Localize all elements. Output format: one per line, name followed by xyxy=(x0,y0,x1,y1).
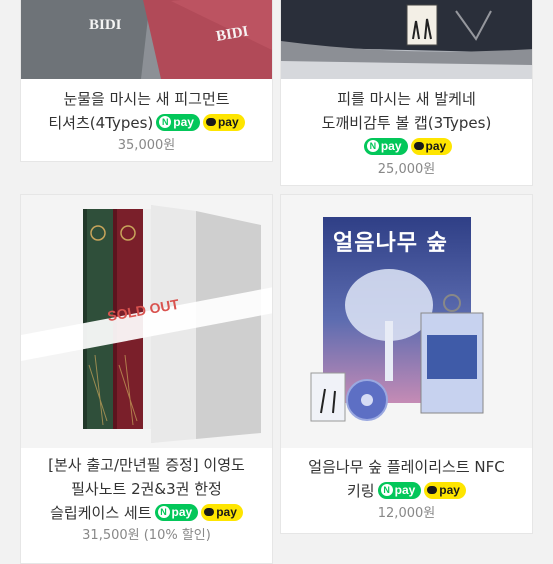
tshirt-print-left: BIDI xyxy=(89,17,122,33)
tshirt-illustration: BIDI BIDI xyxy=(21,0,272,79)
kakaopay-bubble-icon xyxy=(427,486,438,494)
kakaopay-bubble-icon xyxy=(204,508,215,516)
npay-n-icon: N xyxy=(157,506,170,518)
npay-n-icon: N xyxy=(380,484,393,496)
npay-badge: Npay xyxy=(154,504,199,521)
product-image-notebook-set[interactable]: SOLD OUT xyxy=(21,195,272,448)
npay-n-icon: N xyxy=(159,116,172,128)
product-price: 12,000원 xyxy=(377,506,436,521)
npay-n-icon: N xyxy=(366,140,379,152)
product-title[interactable]: 얼음나무 숲 플레이리스트 NFC 키링 Npay pay xyxy=(281,455,532,503)
product-title[interactable]: 피를 마시는 새 발케네 도깨비감투 볼 캡(3Types) Npay pay xyxy=(281,87,532,159)
npay-badge: Npay xyxy=(363,138,408,155)
product-title[interactable]: [본사 출고/만년필 증정] 이영도 필사노트 2권&3권 한정 슬립케이스 세트 N… xyxy=(21,453,272,525)
kakaopay-badge: pay xyxy=(410,138,453,155)
kakaopay-badge: pay xyxy=(201,504,243,521)
product-card-tshirt[interactable]: BIDI BIDI 눈물을 마시는 새 피그먼트 티셔츠(4Types) Npay p… xyxy=(20,0,273,162)
notebook-set-illustration xyxy=(21,195,272,448)
cap-illustration xyxy=(281,0,532,79)
product-image-nfc-keyring[interactable]: 얼음나무 숲 xyxy=(281,195,532,448)
kakaopay-bubble-icon xyxy=(413,142,424,150)
product-price: 25,000원 xyxy=(377,162,436,177)
kakaopay-bubble-icon xyxy=(205,118,216,126)
kakaopay-badge: pay xyxy=(202,114,245,131)
product-price: 35,000원 xyxy=(117,138,176,153)
product-image-cap[interactable] xyxy=(281,0,532,79)
book-cover-title: 얼음나무 숲 xyxy=(333,231,448,256)
product-card-notebook-set[interactable]: SOLD OUT [본사 출고/만년필 증정] 이영도 필사노트 2권&3권 한정… xyxy=(20,194,273,564)
product-price: 31,500원 (10% 할인) xyxy=(82,528,211,543)
npay-badge: Npay xyxy=(156,114,200,131)
npay-badge: Npay xyxy=(377,482,422,499)
product-title[interactable]: 눈물을 마시는 새 피그먼트 티셔츠(4Types) Npay pay xyxy=(21,87,272,135)
product-card-cap[interactable]: 피를 마시는 새 발케네 도깨비감투 볼 캡(3Types) Npay pay 25,… xyxy=(280,0,533,186)
kakaopay-badge: pay xyxy=(424,482,466,499)
product-card-nfc-keyring[interactable]: 얼음나무 숲 얼음나무 숲 플레이리스트 NFC 키링 Npay pay 12,000… xyxy=(280,194,533,534)
product-image-tshirt[interactable]: BIDI BIDI xyxy=(21,0,272,79)
